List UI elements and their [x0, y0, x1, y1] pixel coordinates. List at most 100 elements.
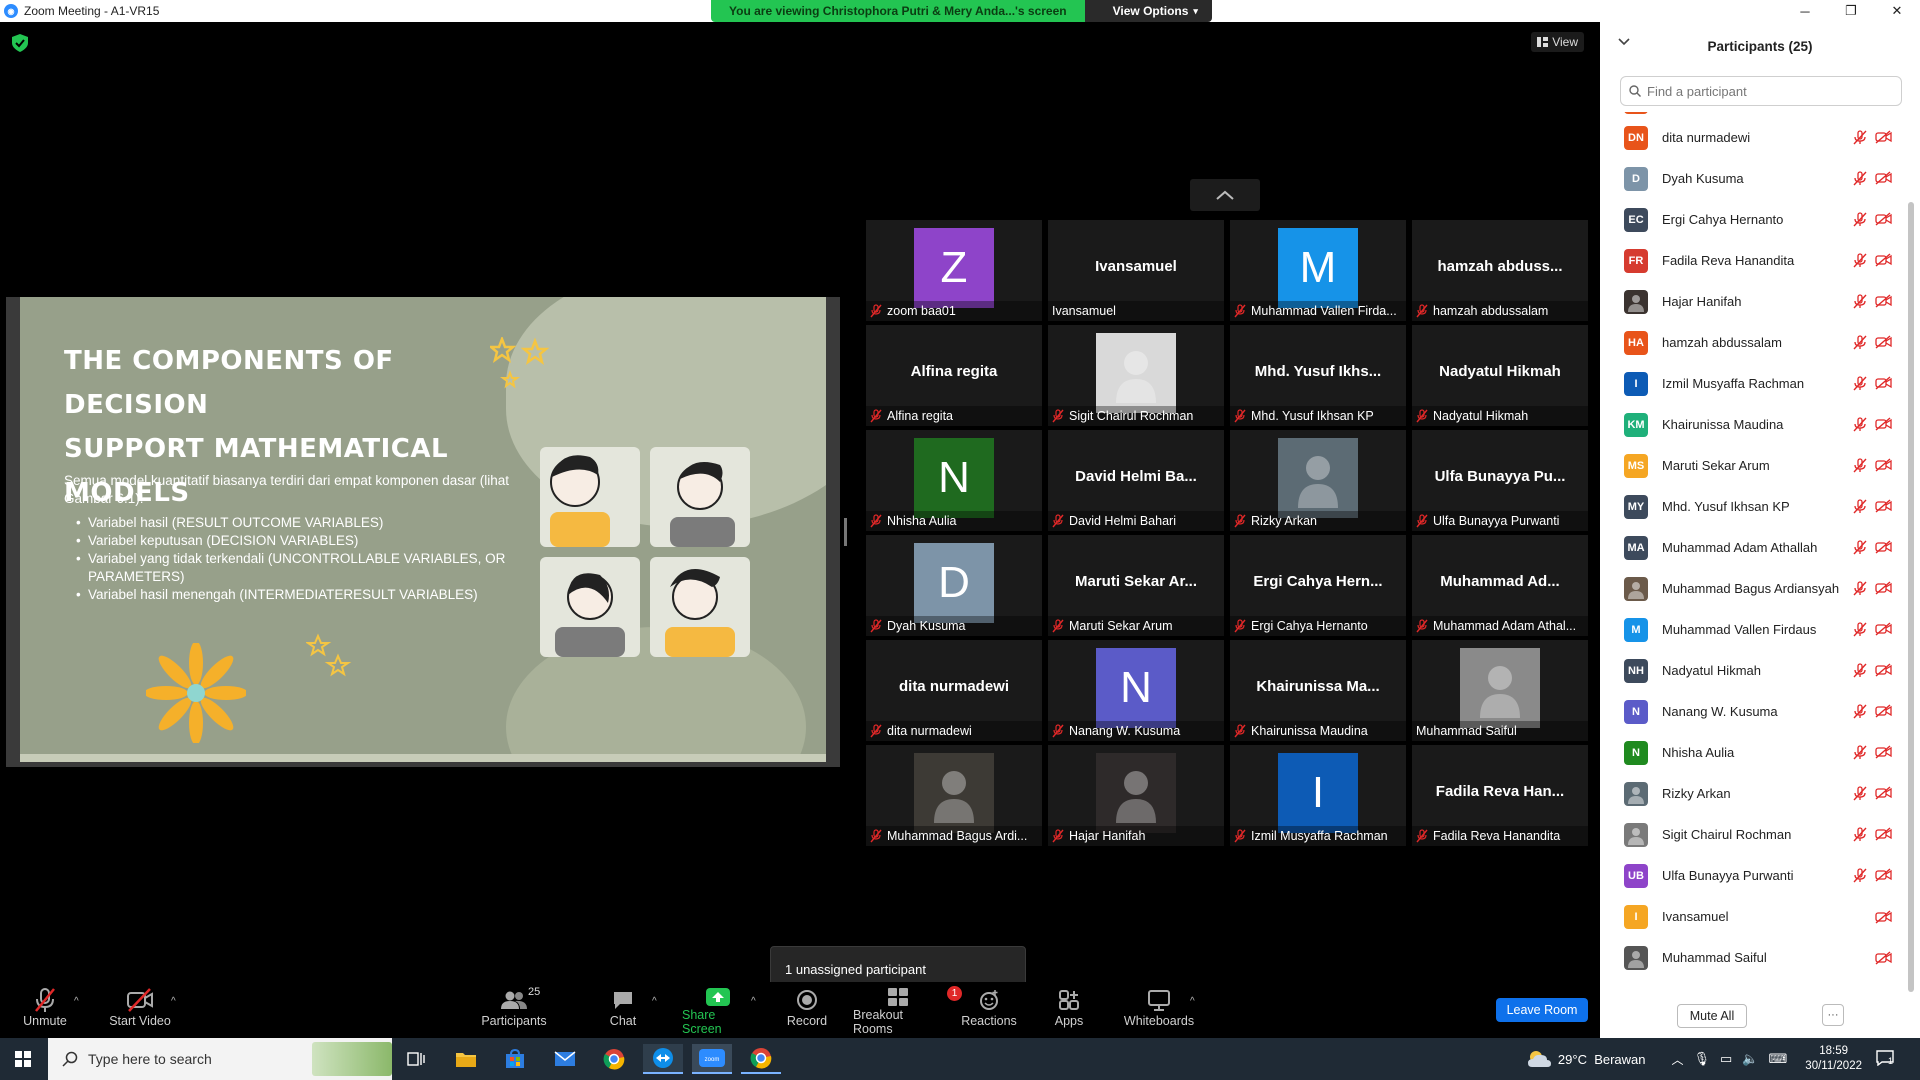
video-off-icon[interactable] [1875, 499, 1892, 513]
mic-muted-icon[interactable] [1853, 663, 1867, 678]
mic-muted-icon[interactable] [1853, 827, 1867, 842]
participant-row[interactable]: D Dyah Kusuma [1600, 158, 1906, 199]
start-video-button[interactable]: Start Video [108, 986, 172, 1036]
whiteboard-options-caret-icon[interactable]: ^ [1190, 996, 1195, 1007]
chrome-icon[interactable] [594, 1044, 634, 1074]
video-tile[interactable]: Muhammad Bagus Ardi... [866, 745, 1042, 846]
video-tile[interactable]: M Muhammad Vallen Firda... [1230, 220, 1406, 321]
more-options-button[interactable]: ··· [1822, 1004, 1844, 1026]
participant-row[interactable]: FR Fadila Reva Hanandita [1600, 240, 1906, 281]
language-icon[interactable]: ⌨ [1769, 1051, 1788, 1067]
video-off-icon[interactable] [1875, 950, 1892, 965]
video-off-icon[interactable] [1875, 458, 1892, 472]
mic-muted-icon[interactable] [1853, 622, 1867, 637]
participant-row[interactable]: MY Mhd. Yusuf Ikhsan KP [1600, 486, 1906, 527]
video-tile[interactable]: D Dyah Kusuma [866, 535, 1042, 636]
mic-muted-icon[interactable] [1853, 212, 1867, 227]
security-shield-icon[interactable] [12, 34, 28, 52]
video-tile[interactable]: N Nhisha Aulia [866, 430, 1042, 531]
participant-row[interactable]: I Izmil Musyaffa Rachman [1600, 363, 1906, 404]
video-tile[interactable]: Hajar Hanifah [1048, 745, 1224, 846]
notification-center-icon[interactable]: 1 [1876, 1049, 1906, 1069]
video-off-icon[interactable] [1875, 171, 1892, 185]
video-tile[interactable]: Maruti Sekar Ar... Maruti Sekar Arum [1048, 535, 1224, 636]
video-tile[interactable]: Sigit Chairul Rochman [1048, 325, 1224, 426]
video-tile[interactable]: Zzoom baa01 [866, 220, 1042, 321]
participant-list-scrollbar[interactable] [1908, 202, 1914, 992]
mic-muted-icon[interactable] [1853, 745, 1867, 760]
participant-row[interactable]: UB Ulfa Bunayya Purwanti [1600, 855, 1906, 896]
mic-muted-icon[interactable] [1853, 458, 1867, 473]
taskbar-clock[interactable]: 18:59 30/11/2022 [1805, 1044, 1862, 1074]
volume-icon[interactable]: 🔈 [1742, 1051, 1758, 1067]
close-button[interactable]: ✕ [1874, 0, 1920, 22]
video-tile[interactable]: Khairunissa Ma... Khairunissa Maudina [1230, 640, 1406, 741]
participant-row[interactable]: M Muhammad Vallen Firdaus [1600, 609, 1906, 650]
video-off-icon[interactable] [1875, 540, 1892, 554]
video-off-icon[interactable] [1875, 417, 1892, 431]
share-screen-button[interactable]: Share Screen [682, 986, 754, 1036]
video-off-icon[interactable] [1875, 130, 1892, 144]
participant-row[interactable]: Rizky Arkan [1600, 773, 1906, 814]
video-off-icon[interactable] [1875, 745, 1892, 759]
participants-button[interactable]: 25 Participants [480, 986, 548, 1036]
breakout-rooms-button[interactable]: 1 Breakout Rooms [853, 986, 962, 1036]
tray-overflow-icon[interactable]: ︿ [1672, 1051, 1684, 1068]
mic-muted-icon[interactable] [1853, 786, 1867, 801]
video-options-caret-icon[interactable]: ^ [171, 996, 176, 1007]
whiteboards-button[interactable]: Whiteboards [1124, 986, 1194, 1036]
video-tile[interactable]: Nadyatul Hikmah Nadyatul Hikmah [1412, 325, 1588, 426]
maximize-button[interactable]: ❐ [1828, 0, 1874, 22]
mic-muted-icon[interactable] [1853, 130, 1867, 145]
mail-icon[interactable] [545, 1044, 585, 1074]
record-button[interactable]: Record [785, 986, 829, 1036]
participant-row[interactable]: Muhammad Bagus Ardiansyah [1600, 568, 1906, 609]
mic-muted-icon[interactable] [1853, 581, 1867, 596]
video-off-icon[interactable] [1875, 909, 1892, 924]
participant-row[interactable]: EC Ergi Cahya Hernanto [1600, 199, 1906, 240]
teamviewer-icon[interactable] [643, 1044, 683, 1074]
resize-handle[interactable] [844, 518, 847, 546]
video-tile[interactable]: hamzah abduss... hamzah abdussalam [1412, 220, 1588, 321]
video-off-icon[interactable] [1875, 212, 1892, 226]
mic-muted-icon[interactable] [1853, 499, 1867, 514]
participant-row[interactable]: N Nhisha Aulia [1600, 732, 1906, 773]
video-tile[interactable]: Ergi Cahya Hern... Ergi Cahya Hernanto [1230, 535, 1406, 636]
mic-muted-icon[interactable] [1853, 868, 1867, 883]
video-tile[interactable]: N Nanang W. Kusuma [1048, 640, 1224, 741]
audio-options-caret-icon[interactable]: ^ [74, 996, 79, 1007]
participant-row[interactable]: Muhammad Saiful [1600, 937, 1906, 978]
video-tile[interactable]: Ivansamuel Ivansamuel [1048, 220, 1224, 321]
share-options-caret-icon[interactable]: ^ [751, 996, 756, 1007]
video-off-icon[interactable] [1875, 868, 1892, 882]
video-tile[interactable]: Muhammad Ad... Muhammad Adam Athal... [1412, 535, 1588, 636]
taskbar-search-input[interactable]: Type here to search [48, 1038, 392, 1080]
reactions-button[interactable]: Reactions [961, 986, 1017, 1036]
participant-row[interactable]: I Ivansamuel [1600, 896, 1906, 937]
video-off-icon[interactable] [1875, 786, 1892, 800]
shared-screen[interactable]: THE COMPONENTS OF DECISION SUPPORT MATHE… [6, 297, 840, 767]
video-tile[interactable]: Fadila Reva Han... Fadila Reva Hanandita [1412, 745, 1588, 846]
leave-room-button[interactable]: Leave Room [1496, 998, 1588, 1022]
participant-row[interactable]: Hajar Hanifah [1600, 281, 1906, 322]
video-tile[interactable]: David Helmi Ba... David Helmi Bahari [1048, 430, 1224, 531]
video-tile[interactable]: Rizky Arkan [1230, 430, 1406, 531]
video-off-icon[interactable] [1875, 253, 1892, 267]
network-icon[interactable]: ▭ [1720, 1051, 1732, 1067]
participant-search-input[interactable]: Find a participant [1620, 76, 1902, 106]
video-tile[interactable]: Mhd. Yusuf Ikhs... Mhd. Yusuf Ikhsan KP [1230, 325, 1406, 426]
microsoft-store-icon[interactable] [495, 1044, 535, 1074]
mic-muted-icon[interactable] [1853, 335, 1867, 350]
minimize-button[interactable]: ─ [1782, 0, 1828, 22]
video-off-icon[interactable] [1875, 294, 1892, 308]
participant-row[interactable]: HA hamzah abdussalam [1600, 322, 1906, 363]
participant-row[interactable]: Sigit Chairul Rochman [1600, 814, 1906, 855]
participant-row[interactable]: MA Muhammad Adam Athallah [1600, 527, 1906, 568]
video-tile[interactable]: Muhammad Saiful [1412, 640, 1588, 741]
participant-row[interactable]: KM Khairunissa Maudina [1600, 404, 1906, 445]
weather-text[interactable]: 29°C Berawan [1558, 1052, 1646, 1067]
video-off-icon[interactable] [1875, 622, 1892, 636]
video-off-icon[interactable] [1875, 376, 1892, 390]
participant-row[interactable]: MS Maruti Sekar Arum [1600, 445, 1906, 486]
collapse-chevron-icon[interactable] [1618, 38, 1630, 46]
